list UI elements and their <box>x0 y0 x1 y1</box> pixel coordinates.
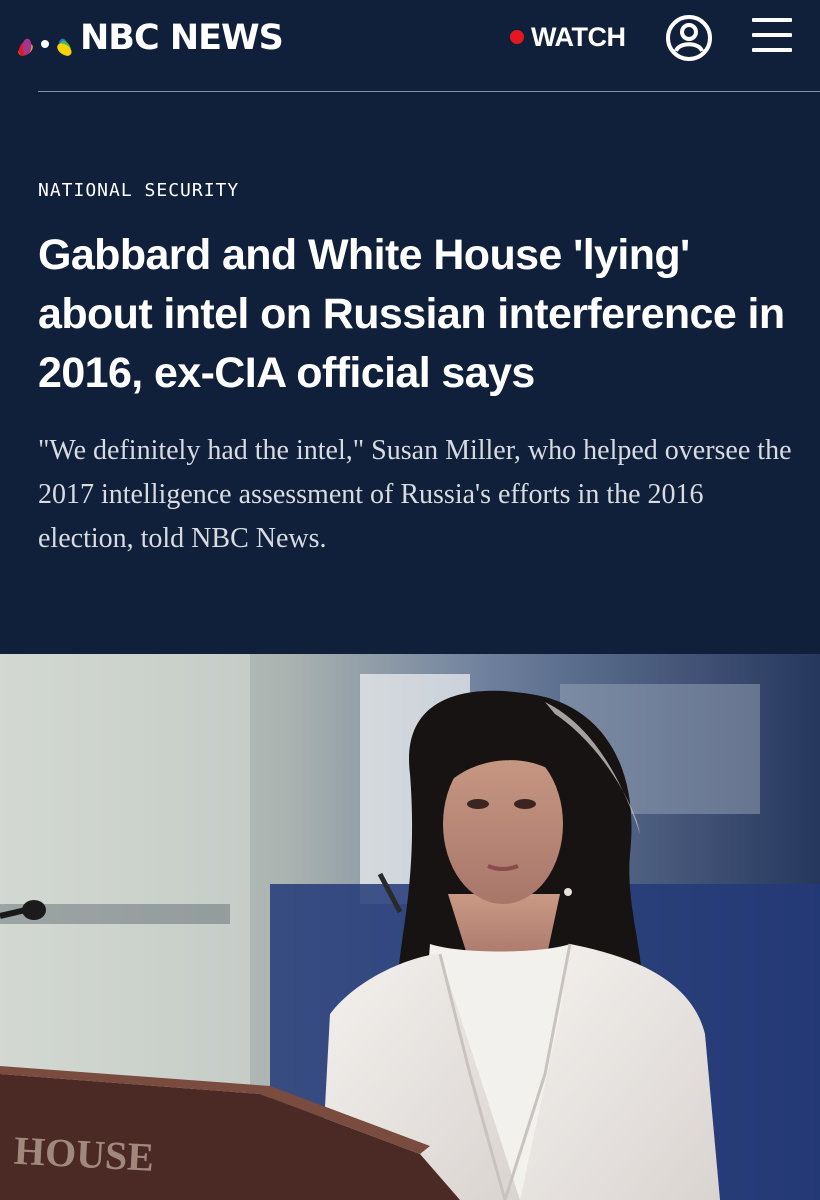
article-headline: Gabbard and White House 'lying' about in… <box>38 231 785 397</box>
user-account-icon[interactable] <box>664 13 714 63</box>
nbc-news-logo[interactable]: NBC NEWS <box>18 16 284 60</box>
podium-text: HOUSE <box>13 1128 155 1180</box>
article-header: NATIONAL SECURITY Gabbard and White Hous… <box>0 92 820 654</box>
live-dot-icon <box>510 30 524 44</box>
article-dek: "We definitely had the intel," Susan Mil… <box>38 435 792 554</box>
nbc-peacock-icon <box>18 38 72 56</box>
watch-label: WATCH <box>531 21 626 52</box>
category-label[interactable]: NATIONAL SECURITY <box>38 180 239 201</box>
brand-name: NBC NEWS <box>80 17 284 58</box>
hamburger-menu-icon[interactable] <box>752 18 792 52</box>
lead-photo: HOUSE <box>0 654 820 1200</box>
watch-live-button[interactable]: WATCH <box>510 21 626 52</box>
site-header: NBC NEWS WATCH <box>0 0 820 92</box>
